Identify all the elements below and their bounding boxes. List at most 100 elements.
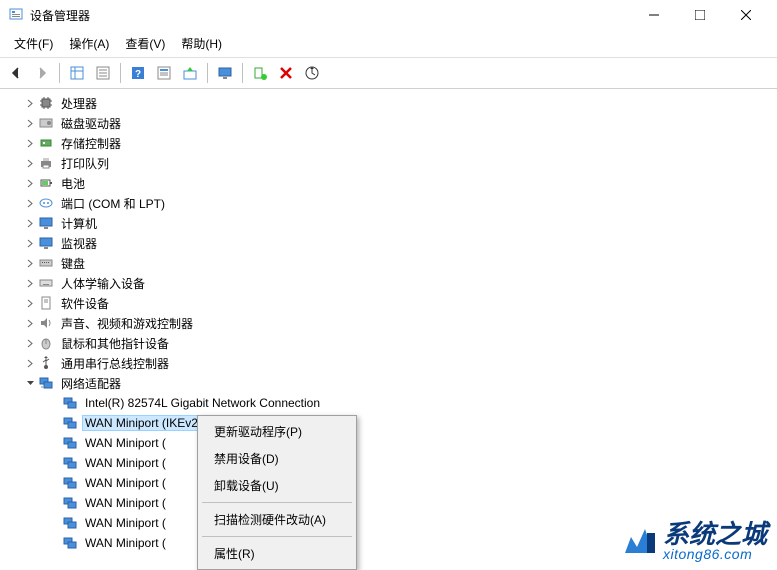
minimize-button[interactable]	[631, 0, 677, 30]
expander-open-icon[interactable]	[22, 375, 38, 391]
tree-category[interactable]: 键盘	[2, 253, 775, 273]
chip-icon	[38, 95, 54, 111]
expander-closed-icon[interactable]	[22, 95, 38, 111]
storage-icon	[38, 135, 54, 151]
menu-view[interactable]: 查看(V)	[117, 32, 173, 55]
tree-category[interactable]: 人体学输入设备	[2, 273, 775, 293]
network-adapter-icon	[62, 515, 78, 531]
expander-none	[46, 455, 62, 471]
tree-device-item[interactable]: WAN Miniport (	[2, 473, 775, 493]
expander-closed-icon[interactable]	[22, 355, 38, 371]
forward-button[interactable]	[30, 61, 54, 85]
category-label: 声音、视频和游戏控制器	[58, 314, 196, 333]
expander-closed-icon[interactable]	[22, 335, 38, 351]
device-label: WAN Miniport (IKEv2)	[82, 415, 205, 431]
context-menu-item[interactable]: 更新驱动程序(P)	[200, 418, 354, 445]
tree-category[interactable]: 软件设备	[2, 293, 775, 313]
tree-category[interactable]: 声音、视频和游戏控制器	[2, 313, 775, 333]
category-label: 打印队列	[58, 154, 112, 173]
category-label: 网络适配器	[58, 374, 124, 393]
tree-device-item[interactable]: WAN Miniport (	[2, 513, 775, 533]
category-label: 键盘	[58, 254, 88, 273]
tree-category[interactable]: 端口 (COM 和 LPT)	[2, 193, 775, 213]
maximize-button[interactable]	[677, 0, 723, 30]
app-icon	[8, 7, 24, 23]
tree-device-item[interactable]: WAN Miniport (	[2, 453, 775, 473]
device-label: WAN Miniport (	[82, 455, 169, 471]
tree-category[interactable]: 存储控制器	[2, 133, 775, 153]
window-controls	[631, 0, 769, 30]
device-label: Intel(R) 82574L Gigabit Network Connecti…	[82, 395, 323, 411]
context-menu-item[interactable]: 扫描检测硬件改动(A)	[200, 506, 354, 533]
monitor-icon	[38, 235, 54, 251]
network-adapter-icon	[62, 535, 78, 551]
device-label: WAN Miniport (	[82, 475, 169, 491]
tree-device-item[interactable]: WAN Miniport (	[2, 533, 775, 553]
menu-help[interactable]: 帮助(H)	[173, 32, 230, 55]
network-adapter-icon	[62, 455, 78, 471]
category-label: 电池	[58, 174, 88, 193]
hid-icon	[38, 275, 54, 291]
tree-device-item[interactable]: WAN Miniport (IKEv2)	[2, 413, 775, 433]
expander-closed-icon[interactable]	[22, 295, 38, 311]
expander-closed-icon[interactable]	[22, 275, 38, 291]
network-icon	[38, 375, 54, 391]
expander-closed-icon[interactable]	[22, 195, 38, 211]
svg-text:?: ?	[135, 69, 141, 80]
context-menu: 更新驱动程序(P)禁用设备(D)卸载设备(U) 扫描检测硬件改动(A) 属性(R)	[197, 415, 357, 570]
details-button[interactable]	[91, 61, 115, 85]
tree-device-item[interactable]: WAN Miniport (	[2, 493, 775, 513]
tree-category[interactable]: 打印队列	[2, 153, 775, 173]
mouse-icon	[38, 335, 54, 351]
menubar: 文件(F) 操作(A) 查看(V) 帮助(H)	[0, 30, 777, 58]
monitor-button[interactable]	[213, 61, 237, 85]
context-menu-item[interactable]: 卸载设备(U)	[200, 472, 354, 499]
uninstall-button[interactable]	[248, 61, 272, 85]
properties-button[interactable]	[152, 61, 176, 85]
tree-device-item[interactable]: WAN Miniport (	[2, 433, 775, 453]
expander-none	[46, 475, 62, 491]
toolbar-separator	[242, 63, 243, 83]
tree-category[interactable]: 磁盘驱动器	[2, 113, 775, 133]
menu-action[interactable]: 操作(A)	[61, 32, 117, 55]
expander-closed-icon[interactable]	[22, 235, 38, 251]
update-button[interactable]	[178, 61, 202, 85]
keyboard-icon	[38, 255, 54, 271]
toolbar-separator	[207, 63, 208, 83]
expander-none	[46, 515, 62, 531]
close-button[interactable]	[723, 0, 769, 30]
tree-category[interactable]: 鼠标和其他指针设备	[2, 333, 775, 353]
expander-closed-icon[interactable]	[22, 315, 38, 331]
expander-closed-icon[interactable]	[22, 155, 38, 171]
tree-category[interactable]: 处理器	[2, 93, 775, 113]
device-tree[interactable]: 处理器磁盘驱动器存储控制器打印队列电池端口 (COM 和 LPT)计算机监视器键…	[0, 89, 777, 568]
delete-button[interactable]	[274, 61, 298, 85]
back-button[interactable]	[4, 61, 28, 85]
tree-device-item[interactable]: Intel(R) 82574L Gigabit Network Connecti…	[2, 393, 775, 413]
expander-closed-icon[interactable]	[22, 215, 38, 231]
category-label: 计算机	[58, 214, 100, 233]
tree-category[interactable]: 网络适配器	[2, 373, 775, 393]
battery-icon	[38, 175, 54, 191]
tree-category[interactable]: 计算机	[2, 213, 775, 233]
showhide-button[interactable]	[65, 61, 89, 85]
sound-icon	[38, 315, 54, 331]
port-icon	[38, 195, 54, 211]
expander-closed-icon[interactable]	[22, 175, 38, 191]
expander-closed-icon[interactable]	[22, 115, 38, 131]
tree-category[interactable]: 监视器	[2, 233, 775, 253]
context-menu-item[interactable]: 禁用设备(D)	[200, 445, 354, 472]
context-menu-item[interactable]: 属性(R)	[200, 540, 354, 567]
category-label: 存储控制器	[58, 134, 124, 153]
tree-category[interactable]: 通用串行总线控制器	[2, 353, 775, 373]
scan-button[interactable]	[300, 61, 324, 85]
printer-icon	[38, 155, 54, 171]
help-button[interactable]: ?	[126, 61, 150, 85]
expander-closed-icon[interactable]	[22, 135, 38, 151]
disk-icon	[38, 115, 54, 131]
category-label: 监视器	[58, 234, 100, 253]
expander-closed-icon[interactable]	[22, 255, 38, 271]
tree-category[interactable]: 电池	[2, 173, 775, 193]
menu-file[interactable]: 文件(F)	[6, 32, 61, 55]
usb-icon	[38, 355, 54, 371]
